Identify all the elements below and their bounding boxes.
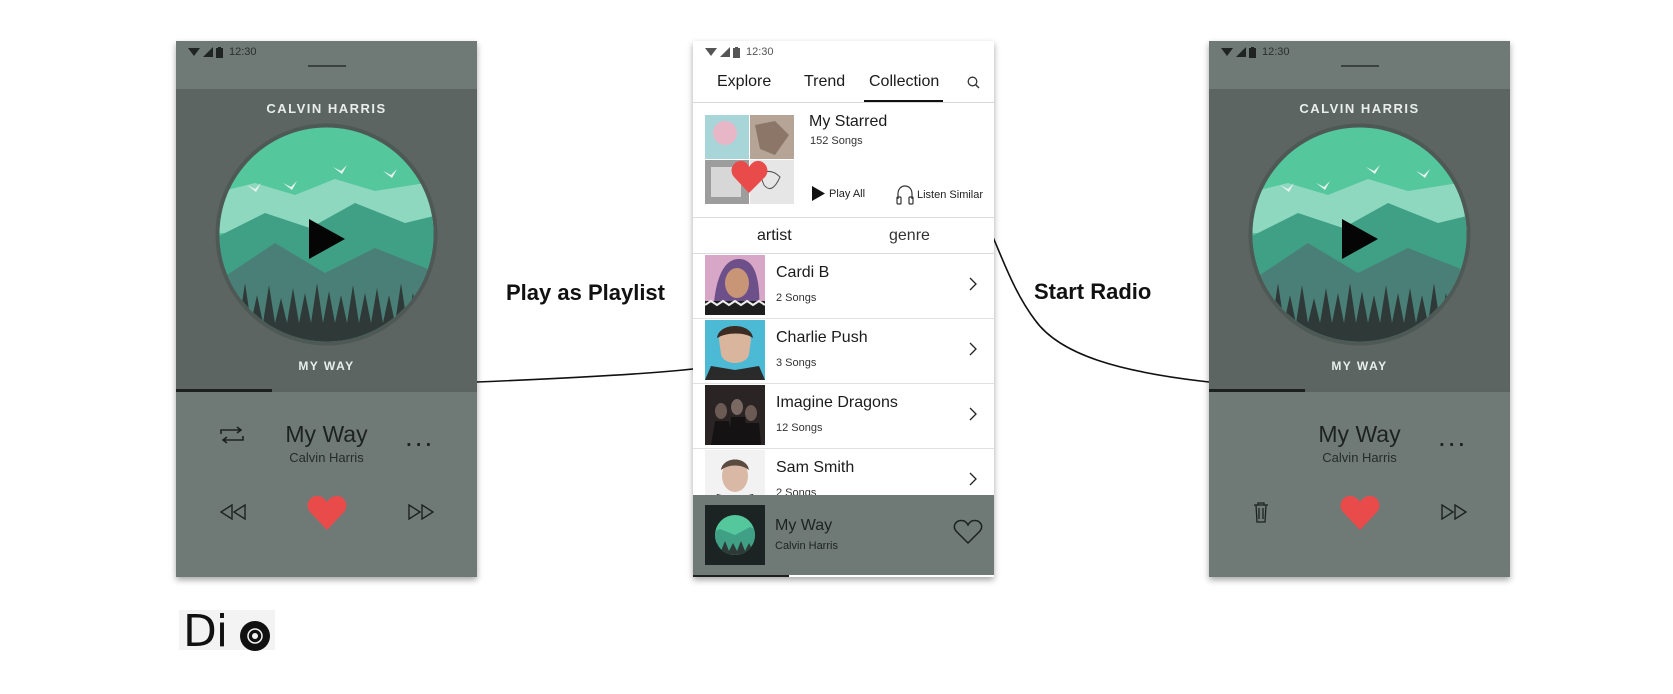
album-artist-caption: CALVIN HARRIS [1299,101,1420,116]
mini-song-artist: Calvin Harris [775,540,838,552]
battery-icon [216,46,223,58]
wifi-icon [705,48,717,56]
wifi-icon [1221,48,1233,56]
song-artist: Calvin Harris [1322,450,1397,465]
trash-icon [1254,502,1268,523]
progress-fill [1209,389,1306,392]
wifi-icon [188,48,200,56]
chevron-right-icon [969,342,977,356]
dio-logo: Di [179,606,275,657]
logo-text: Di [183,606,228,657]
mini-song-title: My Way [775,517,833,534]
starred-collage [705,115,794,204]
vinyl-disc-icon [240,621,270,651]
top-tabs: Explore Trend Collection [693,73,994,103]
chevron-right-icon [969,472,977,486]
play-icon [812,186,825,201]
artist-thumbnail [705,450,765,495]
progress-bar[interactable] [1209,389,1510,392]
album-cover-area: CALVIN HARRIS MY WAY [176,89,477,389]
more-options-button[interactable]: ... [1438,423,1467,451]
discard-button[interactable] [1253,501,1269,523]
rewind-icon [219,504,246,520]
start-radio-annotation: Start Radio [1034,279,1152,304]
rewind-button[interactable] [219,504,247,520]
artist-row-sam-smith[interactable]: Sam Smith 2 Songs [693,449,994,495]
heart-outline-icon[interactable] [953,519,983,545]
subtab-artist[interactable]: artist [757,227,792,245]
status-bar: 12:30 [705,45,774,59]
fast-forward-button[interactable] [1440,504,1468,520]
starred-title: My Starred [809,113,888,130]
mini-player[interactable]: My Way Calvin Harris [693,495,994,577]
progress-fill [176,389,273,392]
tab-trend[interactable]: Trend [804,73,845,91]
artist-name: Cardi B [776,264,830,281]
album-cover-area: CALVIN HARRIS MY WAY [1209,89,1510,389]
artist-name: Imagine Dragons [776,394,898,411]
chevron-right-icon [969,277,977,291]
fast-forward-button[interactable] [407,504,435,520]
artist-name: Sam Smith [776,459,855,476]
headphones-icon [896,185,914,205]
album-artist-caption: CALVIN HARRIS [266,101,387,116]
artist-song-count: 12 Songs [776,422,823,434]
status-time: 12:30 [1262,46,1290,58]
tab-collection[interactable]: Collection [869,73,939,91]
listen-similar-label: Listen Similar [917,189,984,201]
listen-similar-button[interactable]: Listen Similar [896,185,983,205]
play-button[interactable] [309,219,345,259]
status-bar: 12:30 [188,45,257,59]
play-all-button[interactable]: Play All [811,185,865,202]
mini-progress-bar[interactable] [693,575,994,577]
drag-handle[interactable] [308,65,346,67]
like-button[interactable] [1340,495,1380,531]
divider [693,217,994,218]
artist-row-imagine-dragons[interactable]: Imagine Dragons 12 Songs [693,384,994,449]
now-playing-screen-left: 12:30 CALVIN HARRIS MY WAY My Way Calvin… [176,41,477,577]
artist-name: Charlie Push [776,329,868,346]
song-artist: Calvin Harris [289,450,364,465]
mini-progress-fill [693,575,790,577]
signal-icon [720,47,730,57]
artist-thumbnail [705,255,765,315]
heart-icon [1340,495,1380,530]
album-song-caption: MY WAY [1331,359,1388,373]
heart-icon [307,495,347,530]
artist-song-count: 2 Songs [776,487,817,495]
fast-forward-icon [408,504,435,520]
chevron-right-icon [969,407,977,421]
like-button[interactable] [307,495,347,531]
battery-icon [733,46,740,58]
artist-row-cardi-b[interactable]: Cardi B 2 Songs [693,254,994,319]
signal-icon [1236,47,1246,57]
more-options-button[interactable]: ... [405,423,434,451]
signal-icon [203,47,213,57]
progress-bar[interactable] [176,389,477,392]
artist-song-count: 3 Songs [776,357,817,369]
artist-thumbnail [705,320,765,380]
battery-icon [1249,46,1256,58]
artist-row-charlie-push[interactable]: Charlie Push 3 Songs [693,319,994,384]
fast-forward-icon [1441,504,1468,520]
starred-count: 152 Songs [810,135,863,147]
collection-screen: 12:30 Explore Trend Collection My Starre… [693,41,994,577]
play-as-playlist-annotation: Play as Playlist [506,280,665,305]
subtab-genre[interactable]: genre [889,227,930,245]
play-button[interactable] [1342,219,1378,259]
drag-handle[interactable] [1341,65,1379,67]
album-song-caption: MY WAY [298,359,355,373]
status-time: 12:30 [746,46,774,58]
tab-explore[interactable]: Explore [717,73,771,91]
search-icon[interactable] [967,76,980,89]
play-all-label: Play All [829,187,866,200]
active-tab-indicator [864,100,943,102]
now-playing-screen-right: 12:30 CALVIN HARRIS MY WAY My Way Calvin… [1209,41,1510,577]
status-time: 12:30 [229,46,257,58]
artist-list: Cardi B 2 Songs Charlie Push 3 Songs Ima… [693,254,994,495]
mini-album-art [705,505,765,565]
artist-thumbnail [705,385,765,445]
status-bar: 12:30 [1221,45,1290,59]
artist-song-count: 2 Songs [776,292,817,304]
